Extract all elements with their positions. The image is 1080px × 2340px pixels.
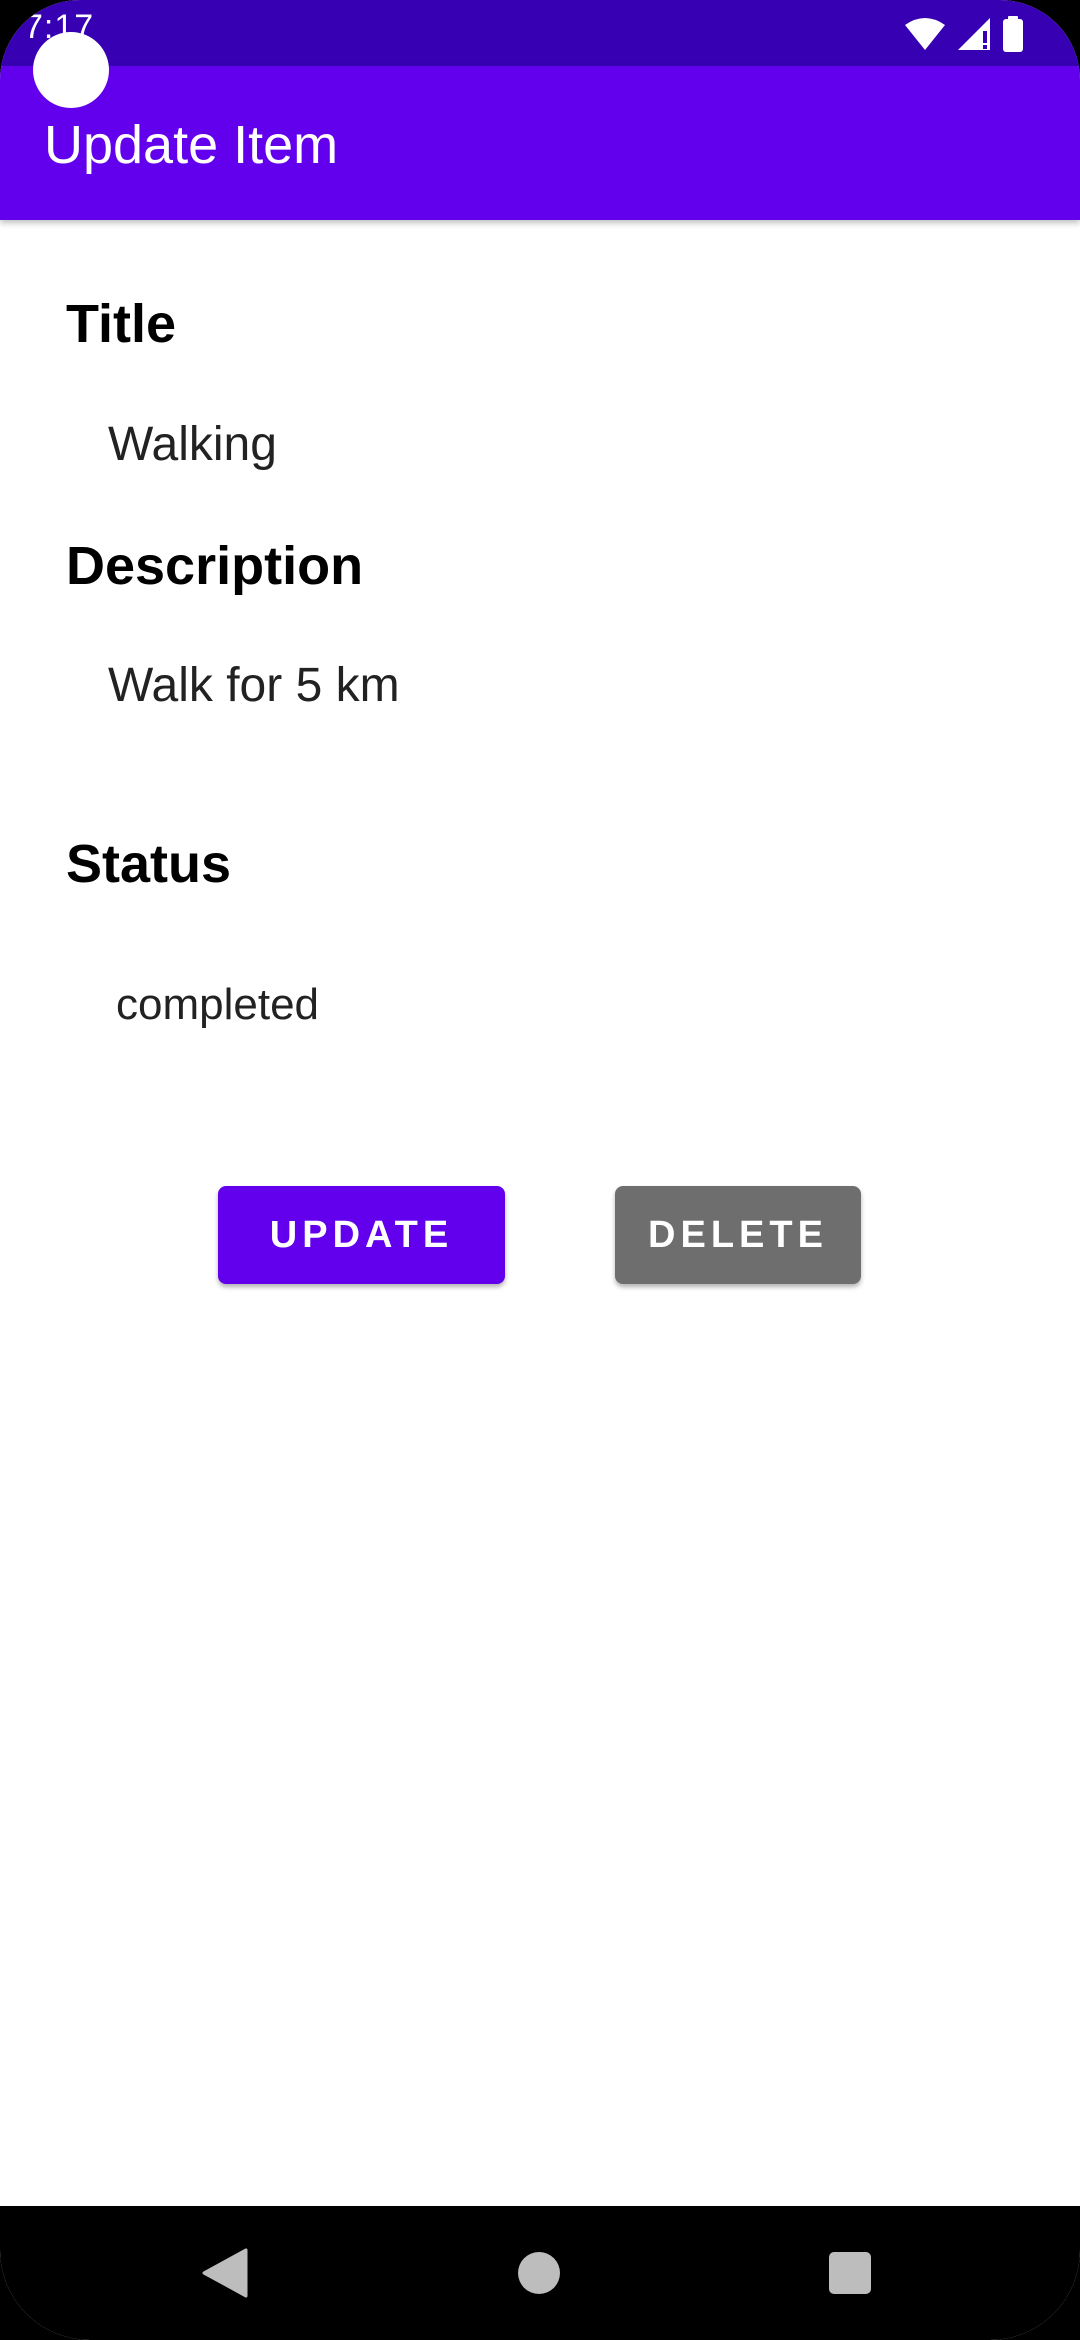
battery-icon — [1002, 16, 1024, 52]
update-button[interactable]: UPDATE — [218, 1186, 505, 1284]
app-bar: Update Item — [0, 66, 1080, 220]
navigation-bar — [0, 2206, 1080, 2340]
description-label: Description — [66, 536, 364, 596]
home-icon[interactable] — [518, 2252, 560, 2294]
recents-icon[interactable] — [829, 2252, 871, 2294]
status-label: Status — [66, 834, 232, 894]
camera-cutout — [33, 32, 109, 108]
screen: 7:17 Update Item Title Walking Descripti… — [0, 0, 1080, 2340]
cellular-signal-icon — [956, 17, 992, 51]
status-icons — [904, 14, 1024, 54]
delete-button[interactable]: DELETE — [615, 1186, 861, 1284]
title-field[interactable]: Walking — [108, 417, 277, 472]
title-label: Title — [66, 294, 177, 354]
description-field[interactable]: Walk for 5 km — [108, 658, 400, 713]
wifi-icon — [904, 17, 946, 51]
status-bar: 7:17 — [0, 0, 1080, 66]
page-title: Update Item — [44, 115, 339, 175]
back-icon[interactable] — [202, 2248, 248, 2303]
status-field[interactable]: completed — [116, 980, 319, 1030]
